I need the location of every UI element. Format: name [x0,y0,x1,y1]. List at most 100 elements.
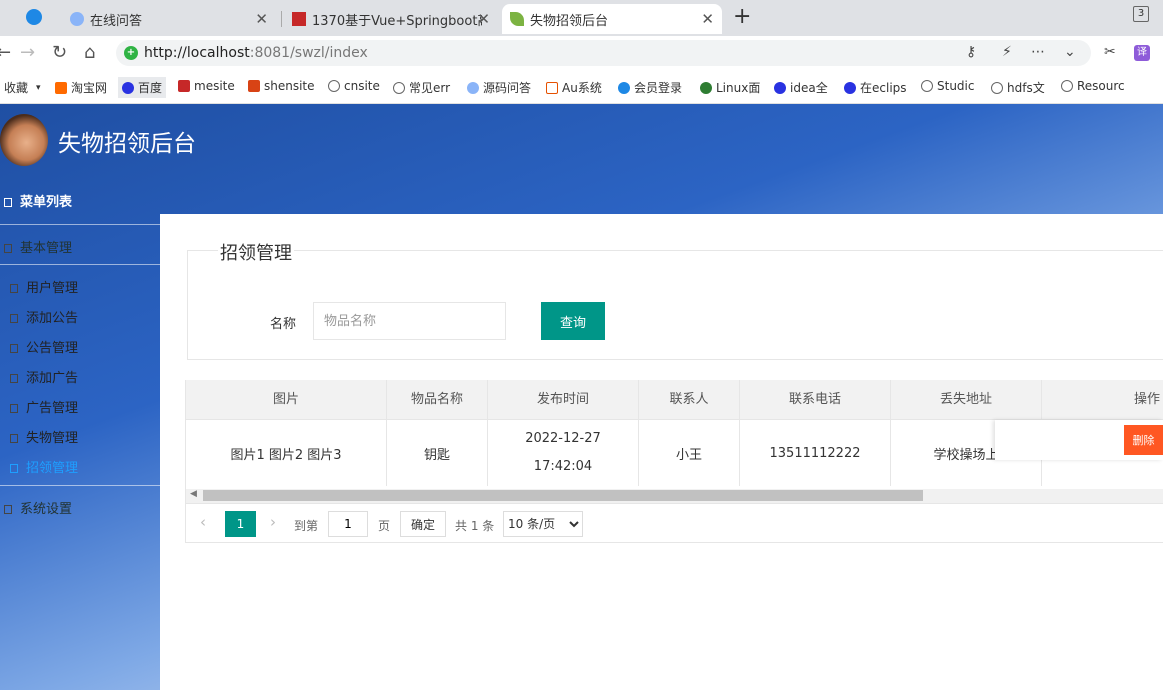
query-button[interactable]: 查询 [541,302,605,340]
spring-leaf-icon [510,12,524,26]
site-icon [178,80,190,92]
baidu-icon [844,81,856,94]
delete-button[interactable]: 删除 [1124,425,1163,455]
more-icon[interactable]: ⋯ [1031,44,1045,60]
tab-label: 1370基于Vue+Springboot高 [312,13,482,29]
browser-tab-1[interactable]: 在线问答 ✕ [62,4,276,34]
globe-icon [991,81,1003,94]
page-size-select[interactable]: 10 条/页 [503,511,583,537]
bookmark-item[interactable]: 百度 [118,77,167,98]
table-header-phone: 联系电话 [740,380,890,419]
settings-icon [4,505,12,514]
bookmark-item[interactable]: 会员登录 [618,79,682,96]
site-icon [292,12,306,26]
cell-name: 钥匙 [423,447,450,463]
forward-icon[interactable]: → [20,42,35,63]
divider [0,485,160,486]
bookmark-item[interactable]: Resourc [1061,79,1125,93]
bookmark-folder-favorites[interactable]: 收藏 ▾ [4,79,41,96]
divider [0,224,160,225]
site-icon [467,81,479,94]
sidebar-item-users[interactable]: 用户管理 [10,277,78,296]
table-header-date: 发布时间 [488,380,638,419]
file-icon [10,284,18,293]
avatar [0,114,48,166]
bookmark-item[interactable]: idea全 [774,79,828,96]
table-header-name: 物品名称 [387,380,487,419]
sidebar-item-add-ad[interactable]: 添加广告 [10,367,78,386]
bookmark-item[interactable]: 常见err [393,79,450,96]
table-header-actions: 操作 [1042,380,1163,419]
cloud-icon [618,81,630,94]
bookmark-item[interactable]: hdfs文 [991,79,1045,96]
bookmark-item[interactable]: mesite [178,79,235,93]
scroll-left-arrow-icon[interactable]: ◀ [190,489,197,499]
browser-tab-2[interactable]: 1370基于Vue+Springboot高 ✕ [284,4,498,34]
close-icon[interactable]: ✕ [701,10,714,28]
total-count: 共 1 条 [455,519,495,533]
next-page-icon[interactable]: › [270,513,276,531]
file-icon [10,314,18,323]
sidebar-item-found-manage[interactable]: 招领管理 [10,457,78,476]
back-icon[interactable]: ← [0,42,11,63]
cell-contact: 小王 [675,447,702,463]
home-icon[interactable]: ⌂ [84,42,95,63]
globe-icon [1061,80,1073,92]
menu-icon [4,198,12,207]
bookmark-item[interactable]: 淘宝网 [55,79,107,96]
table-header-address: 丢失地址 [891,380,1041,419]
sidebar-group-basic[interactable]: 基本管理 [0,237,160,256]
sidebar-item-lost-manage[interactable]: 失物管理 [10,427,78,446]
search-input[interactable] [313,302,506,340]
browser-tab-3[interactable]: 失物招领后台 ✕ [502,4,722,34]
telegram-icon[interactable] [26,9,42,25]
sidebar-item-notice-manage[interactable]: 公告管理 [10,337,78,356]
sidebar-group-settings[interactable]: 系统设置 [0,498,160,517]
site-icon [546,81,558,94]
lightning-icon[interactable]: ⚡ [1002,44,1012,60]
cell-images[interactable]: 图片1 图片2 图片3 [186,420,386,486]
divider [0,264,160,265]
confirm-page-button[interactable]: 确定 [400,511,446,537]
file-icon [10,344,18,353]
file-icon [10,434,18,443]
browser-tab-bar: 在线问答 ✕ 1370基于Vue+Springboot高 ✕ 失物招领后台 ✕ … [0,0,1163,36]
bookmark-item[interactable]: Au系统 [546,79,602,96]
sidebar-item-ad-manage[interactable]: 广告管理 [10,397,78,416]
bookmark-item[interactable]: shensite [248,79,315,93]
globe-icon [328,80,340,92]
goto-label: 到第 [294,519,319,533]
current-page-button[interactable]: 1 [225,511,256,537]
bookmark-item[interactable]: 在eclips [844,79,907,96]
scrollbar-thumb[interactable] [203,490,923,501]
close-icon[interactable]: ✕ [477,10,490,28]
sidebar-item-add-notice[interactable]: 添加公告 [10,307,78,326]
chevron-down-icon[interactable]: ⌄ [1064,44,1076,60]
page-number-input[interactable] [328,511,368,537]
bookmark-item[interactable]: Studic [921,79,974,93]
cell-date: 2022-12-27 17:42:04 [488,420,638,486]
folder-icon [4,244,12,253]
url-text: http://localhost:8081/swzl/index [144,45,368,61]
reload-icon[interactable]: ↻ [52,42,67,63]
prev-page-icon[interactable]: ‹ [200,513,206,531]
file-icon [10,464,18,473]
site-icon [248,80,260,92]
close-icon[interactable]: ✕ [255,10,268,28]
key-icon[interactable]: ⚷ [966,44,976,60]
translate-icon[interactable]: 译 [1134,45,1150,61]
tab-label: 在线问答 [90,13,143,29]
bookmark-item[interactable]: Linux面 [700,79,760,96]
scissors-icon[interactable]: ✂ [1104,44,1116,60]
tab-count-badge[interactable]: 3 [1133,6,1149,22]
shield-icon: + [124,46,138,60]
table-header-image: 图片 [186,380,386,419]
bookmark-item[interactable]: cnsite [328,79,380,93]
cell-date-day: 2022-12-27 [525,431,601,446]
panel-title: 招领管理 [218,239,294,265]
file-icon [10,374,18,383]
bookmark-item[interactable]: 源码问答 [467,79,531,96]
new-tab-button[interactable]: + [733,4,751,29]
tab-divider [281,11,282,27]
url-field[interactable]: + http://localhost:8081/swzl/index [116,40,1091,66]
